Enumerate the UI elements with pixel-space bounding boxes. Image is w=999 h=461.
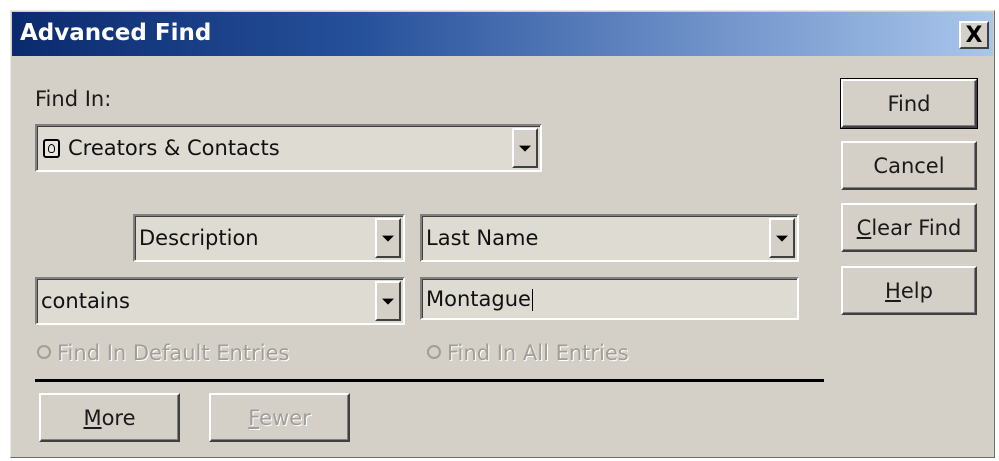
field-type-value: Description: [139, 226, 259, 250]
search-value-input[interactable]: Montague: [420, 277, 799, 320]
radio-default-entries[interactable]: Find In Default Entries: [37, 341, 289, 365]
radio-icon: [427, 345, 441, 359]
contact-card-icon: [43, 139, 60, 158]
more-button[interactable]: More: [39, 393, 180, 442]
operator-dropdown-arrow[interactable]: [375, 281, 401, 321]
search-value-text: Montague: [426, 286, 531, 311]
field-type-dropdown-arrow[interactable]: [375, 218, 401, 258]
separator-line: [35, 379, 824, 382]
radio-all-entries[interactable]: Find In All Entries: [427, 341, 629, 365]
clear-find-button[interactable]: Clear Find: [841, 203, 977, 252]
find-in-label: Find In:: [35, 87, 112, 111]
advanced-find-dialog: Advanced Find X Find In: Creators & Cont…: [10, 10, 995, 458]
radio-default-entries-label: Find In Default Entries: [57, 341, 290, 365]
text-caret: [531, 288, 533, 311]
find-in-value: Creators & Contacts: [68, 136, 280, 160]
field-name-dropdown[interactable]: Last Name: [420, 214, 799, 262]
operator-value: contains: [41, 289, 130, 313]
chevron-down-icon: [382, 298, 394, 305]
chevron-down-icon: [382, 235, 394, 242]
field-name-dropdown-arrow[interactable]: [769, 218, 795, 258]
field-name-value: Last Name: [426, 226, 539, 250]
operator-dropdown[interactable]: contains: [35, 277, 405, 325]
find-in-dropdown-arrow[interactable]: [512, 128, 538, 168]
find-button[interactable]: Find: [840, 78, 978, 129]
cancel-button[interactable]: Cancel: [841, 141, 977, 190]
title-bar[interactable]: Advanced Find X: [12, 12, 993, 56]
close-button[interactable]: X: [959, 21, 989, 49]
find-in-dropdown[interactable]: Creators & Contacts: [35, 124, 542, 172]
chevron-down-icon: [519, 145, 531, 152]
dialog-title: Advanced Find: [20, 20, 212, 46]
field-type-dropdown[interactable]: Description: [133, 214, 405, 262]
help-button[interactable]: Help: [841, 266, 977, 315]
chevron-down-icon: [776, 235, 788, 242]
fewer-button[interactable]: Fewer: [209, 393, 350, 442]
radio-all-entries-label: Find In All Entries: [447, 341, 629, 365]
close-icon: X: [965, 22, 983, 48]
radio-icon: [37, 345, 51, 359]
